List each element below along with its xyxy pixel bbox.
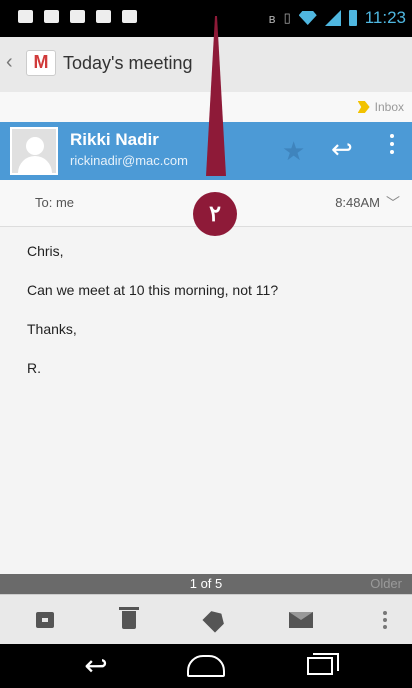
back-button[interactable]: ↩ [76, 652, 116, 680]
rotation-icon: ▯ [283, 10, 291, 25]
action-bar: ‹ M Today's meeting [0, 37, 412, 93]
bluetooth-icon: ʙ [268, 10, 276, 26]
inbox-label[interactable]: Inbox [357, 100, 404, 114]
message-line: R. [27, 360, 41, 376]
overflow-icon [383, 608, 387, 632]
home-icon [187, 655, 225, 677]
system-indicators: ʙ ▯ 11:23 [269, 8, 406, 28]
message-icon [18, 10, 33, 23]
usb-icon [44, 10, 59, 23]
label-tag-icon [357, 101, 370, 113]
avatar-body-shape [18, 156, 52, 173]
battery-icon [348, 10, 357, 26]
mark-unread-button[interactable] [286, 605, 316, 635]
label-icon [202, 607, 227, 632]
reply-icon[interactable]: ↩ [331, 134, 353, 165]
star-icon[interactable]: ★ [282, 136, 305, 167]
status-time: 11:23 [364, 8, 406, 27]
to-recipient: To: me [35, 195, 75, 210]
sender-email: rickinadir@mac.com [70, 153, 188, 168]
status-bar: ʙ ▯ 11:23 [0, 0, 412, 37]
message-line: Can we meet at 10 this morning, not 11? [27, 282, 279, 298]
signal-icon [324, 10, 341, 26]
game-controller-icon [122, 10, 137, 23]
briefcase-icon [96, 10, 111, 23]
message-line: Chris, [27, 243, 64, 259]
more-actions-button[interactable] [370, 605, 400, 635]
avatar[interactable] [10, 127, 58, 175]
callout-badge: ٢ [193, 192, 237, 236]
avatar-head-shape [26, 137, 44, 155]
inbox-label-text: Inbox [374, 100, 404, 114]
older-button[interactable]: Older [370, 576, 402, 591]
sender-header[interactable]: Rikki Nadir rickinadir@mac.com ★ ↩ [0, 122, 412, 180]
mark-unread-icon [289, 612, 313, 628]
notification-icons [18, 10, 137, 23]
recent-apps-icon [307, 653, 339, 675]
back-icon: ↩ [84, 650, 108, 681]
navigation-bar: ↩ [0, 644, 412, 688]
home-button[interactable] [186, 652, 226, 680]
sd-card-icon [70, 10, 85, 23]
conversation-title: Today's meeting [63, 53, 193, 73]
archive-button[interactable] [30, 605, 60, 635]
details-chevron-icon[interactable]: ﹀ [386, 193, 400, 213]
change-labels-button[interactable] [200, 605, 230, 635]
gmail-logo-icon[interactable]: M [26, 50, 56, 76]
pager-count: 1 of 5 [189, 576, 223, 591]
bottom-action-bar [0, 594, 412, 645]
conversation-pager: 1 of 5 Older [0, 574, 412, 594]
up-chevron-icon[interactable]: ‹ [6, 51, 13, 74]
recent-apps-button[interactable] [300, 652, 340, 680]
message-time: 8:48AM [335, 195, 380, 210]
sender-name: Rikki Nadir [70, 130, 159, 149]
delete-button[interactable] [114, 605, 144, 635]
wifi-icon [298, 11, 317, 25]
label-row: Inbox [0, 92, 412, 122]
archive-icon [36, 612, 54, 628]
message-overflow-icon[interactable] [390, 134, 394, 158]
message-body: Chris, Can we meet at 10 this morning, n… [27, 242, 387, 398]
message-line: Thanks, [27, 321, 77, 337]
trash-icon [119, 607, 139, 629]
